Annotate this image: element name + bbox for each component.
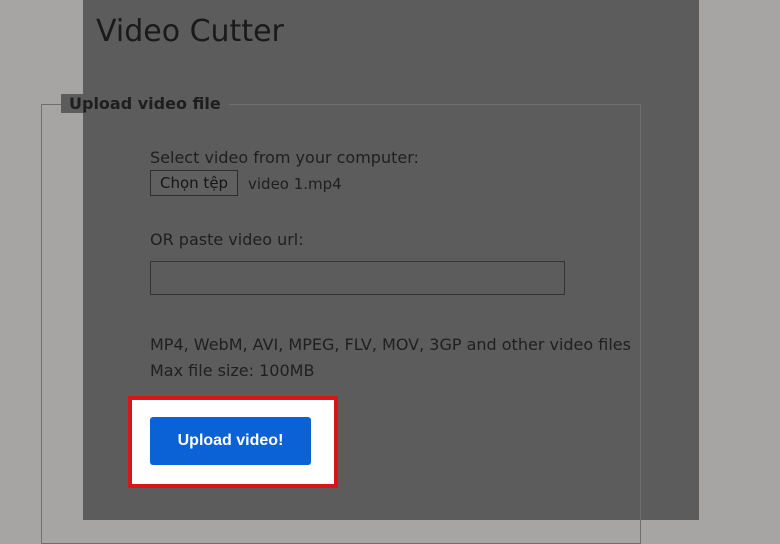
video-url-input[interactable] bbox=[150, 261, 565, 295]
selected-file-name: video 1.mp4 bbox=[248, 175, 342, 193]
max-file-size-text: Max file size: 100MB bbox=[150, 361, 315, 380]
upload-video-button[interactable]: Upload video! bbox=[150, 417, 311, 465]
supported-formats-text: MP4, WebM, AVI, MPEG, FLV, MOV, 3GP and … bbox=[150, 335, 631, 354]
choose-file-button[interactable]: Chọn tệp bbox=[150, 170, 239, 196]
fieldset-legend: Upload video file bbox=[61, 94, 229, 113]
select-video-label: Select video from your computer: bbox=[150, 148, 419, 167]
page-title: Video Cutter bbox=[96, 14, 284, 49]
url-label: OR paste video url: bbox=[150, 230, 304, 249]
